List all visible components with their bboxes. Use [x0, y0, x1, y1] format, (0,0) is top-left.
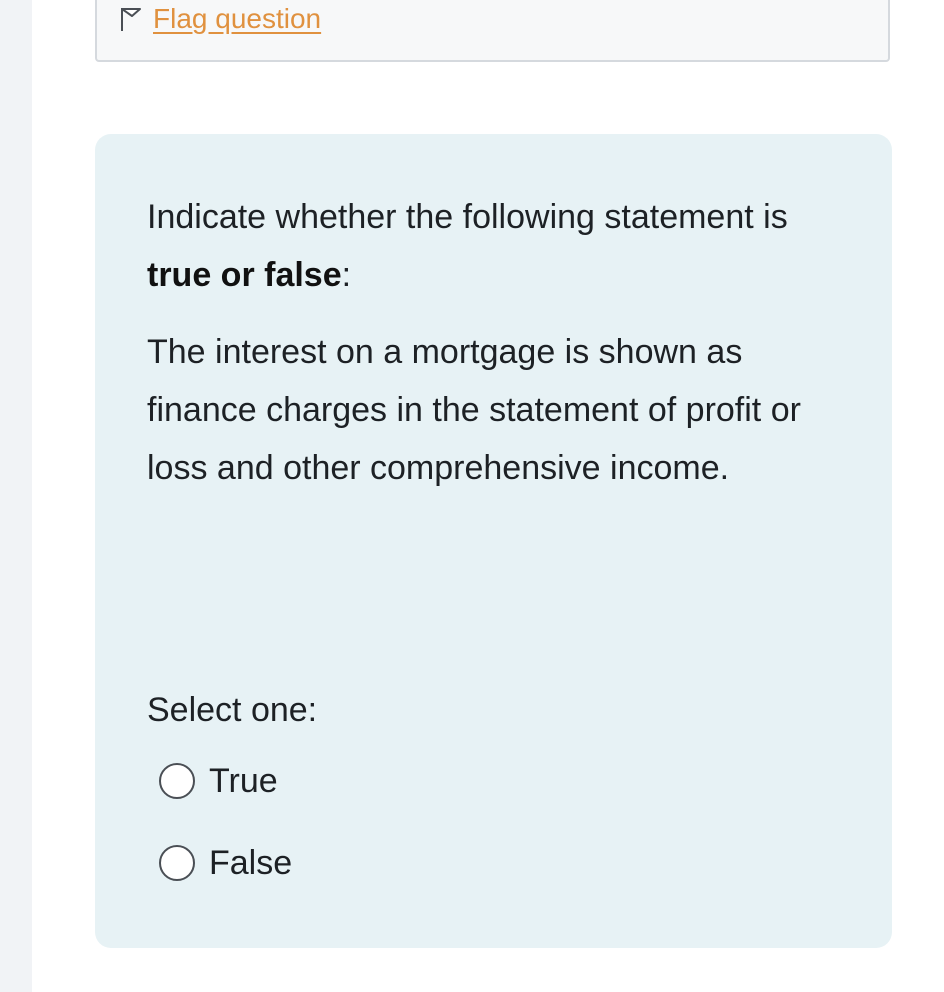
- question-text: Indicate whether the following statement…: [147, 188, 837, 497]
- answer-option-false[interactable]: False: [159, 836, 292, 890]
- answer-label-true[interactable]: True: [209, 754, 278, 808]
- flag-question-control[interactable]: Flag question: [119, 2, 321, 36]
- instruction-prefix: Indicate whether the following statement…: [147, 198, 788, 236]
- answer-option-true[interactable]: True: [159, 754, 278, 808]
- instruction-emphasis: true or false: [147, 256, 342, 294]
- question-card: Indicate whether the following statement…: [95, 134, 892, 948]
- left-rail: [0, 0, 32, 992]
- question-info-box: Flag question: [95, 0, 890, 62]
- question-statement: The interest on a mortgage is shown as f…: [147, 333, 801, 487]
- radio-false[interactable]: [159, 845, 195, 881]
- answer-label-false[interactable]: False: [209, 836, 292, 890]
- radio-true[interactable]: [159, 763, 195, 799]
- instruction-suffix: :: [341, 256, 352, 294]
- select-one-prompt: Select one:: [147, 691, 318, 729]
- flag-question-link[interactable]: Flag question: [153, 2, 321, 36]
- flag-outline-icon[interactable]: [119, 5, 143, 33]
- question-instruction: Indicate whether the following statement…: [147, 188, 837, 304]
